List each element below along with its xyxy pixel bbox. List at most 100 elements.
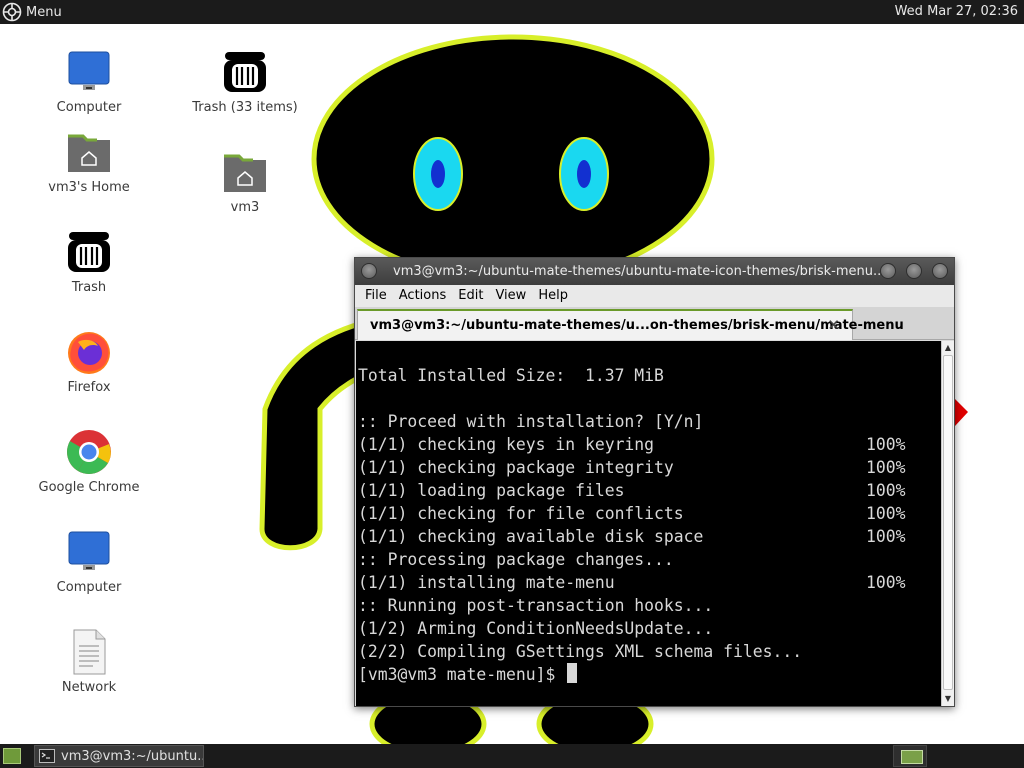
terminal-icon <box>39 749 55 763</box>
shell-prompt: [vm3@vm3 mate-menu]$ <box>358 665 566 684</box>
bottom-panel: vm3@vm3:~/ubuntu... <box>0 744 1024 768</box>
terminal-line: (1/1) checking package integrity 100% <box>358 456 941 479</box>
trash-icon <box>221 48 269 96</box>
menu-file[interactable]: File <box>359 285 393 307</box>
scroll-up-arrow-icon[interactable]: ▲ <box>942 342 954 354</box>
tab-close-icon[interactable]: ✕ <box>827 316 840 334</box>
network-document-icon <box>65 628 113 676</box>
terminal-menubar: File Actions Edit View Help <box>355 285 954 307</box>
terminal-line-text: (1/1) checking keys in keyring <box>358 435 655 454</box>
home-folder-icon <box>221 148 269 196</box>
desktop-icon-trash[interactable]: Trash <box>29 228 149 295</box>
chrome-icon <box>65 428 113 476</box>
firefox-icon <box>65 328 113 376</box>
desktop-icon-label: Google Chrome <box>38 480 140 495</box>
trash-icon <box>65 228 113 276</box>
terminal-line: (2/2) Compiling GSettings XML schema fil… <box>358 640 941 663</box>
scrollbar-thumb[interactable] <box>943 355 953 690</box>
computer-icon <box>65 48 113 96</box>
computer-icon <box>65 528 113 576</box>
terminal-line-text: (1/1) loading package files <box>358 481 625 500</box>
desktop-icon-computer-2[interactable]: Computer <box>29 528 149 595</box>
terminal-line: (1/1) checking for file conflicts 100% <box>358 502 941 525</box>
terminal-scrollbar[interactable]: ▲ ▼ <box>941 341 954 706</box>
terminal-line-text: (1/1) checking package integrity <box>358 458 674 477</box>
show-desktop-button[interactable] <box>3 748 21 764</box>
terminal-line: :: Proceed with installation? [Y/n] <box>358 410 941 433</box>
desktop-icon-firefox[interactable]: Firefox <box>29 328 149 395</box>
terminal-line-text: :: Proceed with installation? [Y/n] <box>358 412 704 431</box>
window-title: vm3@vm3:~/ubuntu-mate-themes/ubuntu-mate… <box>393 264 886 279</box>
top-panel: Menu Wed Mar 27, 02:36 <box>0 0 1024 24</box>
mascot-pupil-left <box>431 160 445 188</box>
window-menu-button[interactable] <box>361 263 377 279</box>
desktop-icon-label: Firefox <box>67 380 111 395</box>
terminal-line: Total Installed Size: 1.37 MiB <box>358 364 941 387</box>
taskbar-window-button[interactable]: vm3@vm3:~/ubuntu... <box>34 745 204 767</box>
menu-actions[interactable]: Actions <box>393 285 453 307</box>
desktop-icon-label: Computer <box>56 100 122 115</box>
terminal-line: (1/1) installing mate-menu 100% <box>358 571 941 594</box>
terminal-line-text: (1/1) installing mate-menu <box>358 573 615 592</box>
window-titlebar[interactable]: vm3@vm3:~/ubuntu-mate-themes/ubuntu-mate… <box>355 258 954 285</box>
menu-help[interactable]: Help <box>532 285 574 307</box>
terminal-tab[interactable]: vm3@vm3:~/ubuntu-mate-themes/u...on-them… <box>357 309 904 340</box>
progress-percent: 100% <box>866 435 906 454</box>
desktop-icon-label: vm3's Home <box>48 180 130 195</box>
main-menu-button[interactable]: Menu <box>2 2 68 22</box>
desktop-icon-network[interactable]: Network <box>29 628 149 695</box>
menu-view[interactable]: View <box>489 285 532 307</box>
terminal-line-text: (1/1) checking available disk space <box>358 527 704 546</box>
progress-percent: 100% <box>866 458 906 477</box>
terminal-line-text: :: Processing package changes... <box>358 550 674 569</box>
desktop-icon-label: vm3 <box>230 200 260 215</box>
terminal-window[interactable]: vm3@vm3:~/ubuntu-mate-themes/ubuntu-mate… <box>354 257 955 707</box>
menu-edit[interactable]: Edit <box>452 285 489 307</box>
terminal-line: :: Running post-transaction hooks... <box>358 594 941 617</box>
terminal-line-text: (1/1) checking for file conflicts <box>358 504 684 523</box>
desktop-icon-home[interactable]: vm3's Home <box>29 128 149 195</box>
workspace-switcher[interactable] <box>893 745 927 767</box>
close-button[interactable] <box>932 263 948 279</box>
progress-percent: 100% <box>866 481 906 500</box>
progress-percent: 100% <box>866 573 906 592</box>
desktop-icon-label: Trash <box>71 280 107 295</box>
mascot-pupil-right <box>577 160 591 188</box>
terminal-line: (1/1) checking available disk space 100% <box>358 525 941 548</box>
mascot-right-arm <box>955 399 968 426</box>
desktop-icon-trash-full[interactable]: Trash (33 items) <box>185 48 305 115</box>
terminal-line-text: Total Installed Size: 1.37 MiB <box>358 366 664 385</box>
desktop-icon-chrome[interactable]: Google Chrome <box>29 428 149 495</box>
panel-clock[interactable]: Wed Mar 27, 02:36 <box>895 4 1018 19</box>
desktop-icon-label: Trash (33 items) <box>192 100 298 115</box>
workspace-1[interactable] <box>901 750 923 764</box>
minimize-button[interactable] <box>880 263 896 279</box>
terminal-prompt-line: [vm3@vm3 mate-menu]$ <box>358 663 941 686</box>
progress-percent: 100% <box>866 527 906 546</box>
terminal-tabbar: vm3@vm3:~/ubuntu-mate-themes/u...on-them… <box>355 307 954 340</box>
tab-label: vm3@vm3:~/ubuntu-mate-themes/u...on-them… <box>370 318 904 333</box>
terminal-line: :: Processing package changes... <box>358 548 941 571</box>
terminal-line-text: (2/2) Compiling GSettings XML schema fil… <box>358 642 803 661</box>
terminal-line-text: :: Running post-transaction hooks... <box>358 596 714 615</box>
progress-percent: 100% <box>866 504 906 523</box>
terminal-line-text: (1/2) Arming ConditionNeedsUpdate... <box>358 619 714 638</box>
desktop-icon-computer[interactable]: Computer <box>29 48 149 115</box>
home-folder-icon <box>65 128 113 176</box>
text-cursor <box>567 663 578 683</box>
terminal-output[interactable]: Total Installed Size: 1.37 MiB :: Procee… <box>356 341 941 706</box>
terminal-line: (1/1) loading package files 100% <box>358 479 941 502</box>
scroll-down-arrow-icon[interactable]: ▼ <box>942 693 954 705</box>
main-menu-label: Menu <box>26 4 62 20</box>
maximize-button[interactable] <box>906 263 922 279</box>
desktop-icon-vm3-folder[interactable]: vm3 <box>185 148 305 215</box>
desktop-icon-label: Network <box>61 680 117 695</box>
mascot-head <box>311 34 715 284</box>
desktop-icon-label: Computer <box>56 580 122 595</box>
mate-logo-icon <box>2 2 22 22</box>
terminal-line: (1/2) Arming ConditionNeedsUpdate... <box>358 617 941 640</box>
terminal-line: (1/1) checking keys in keyring 100% <box>358 433 941 456</box>
taskbar-window-label: vm3@vm3:~/ubuntu... <box>61 748 204 764</box>
